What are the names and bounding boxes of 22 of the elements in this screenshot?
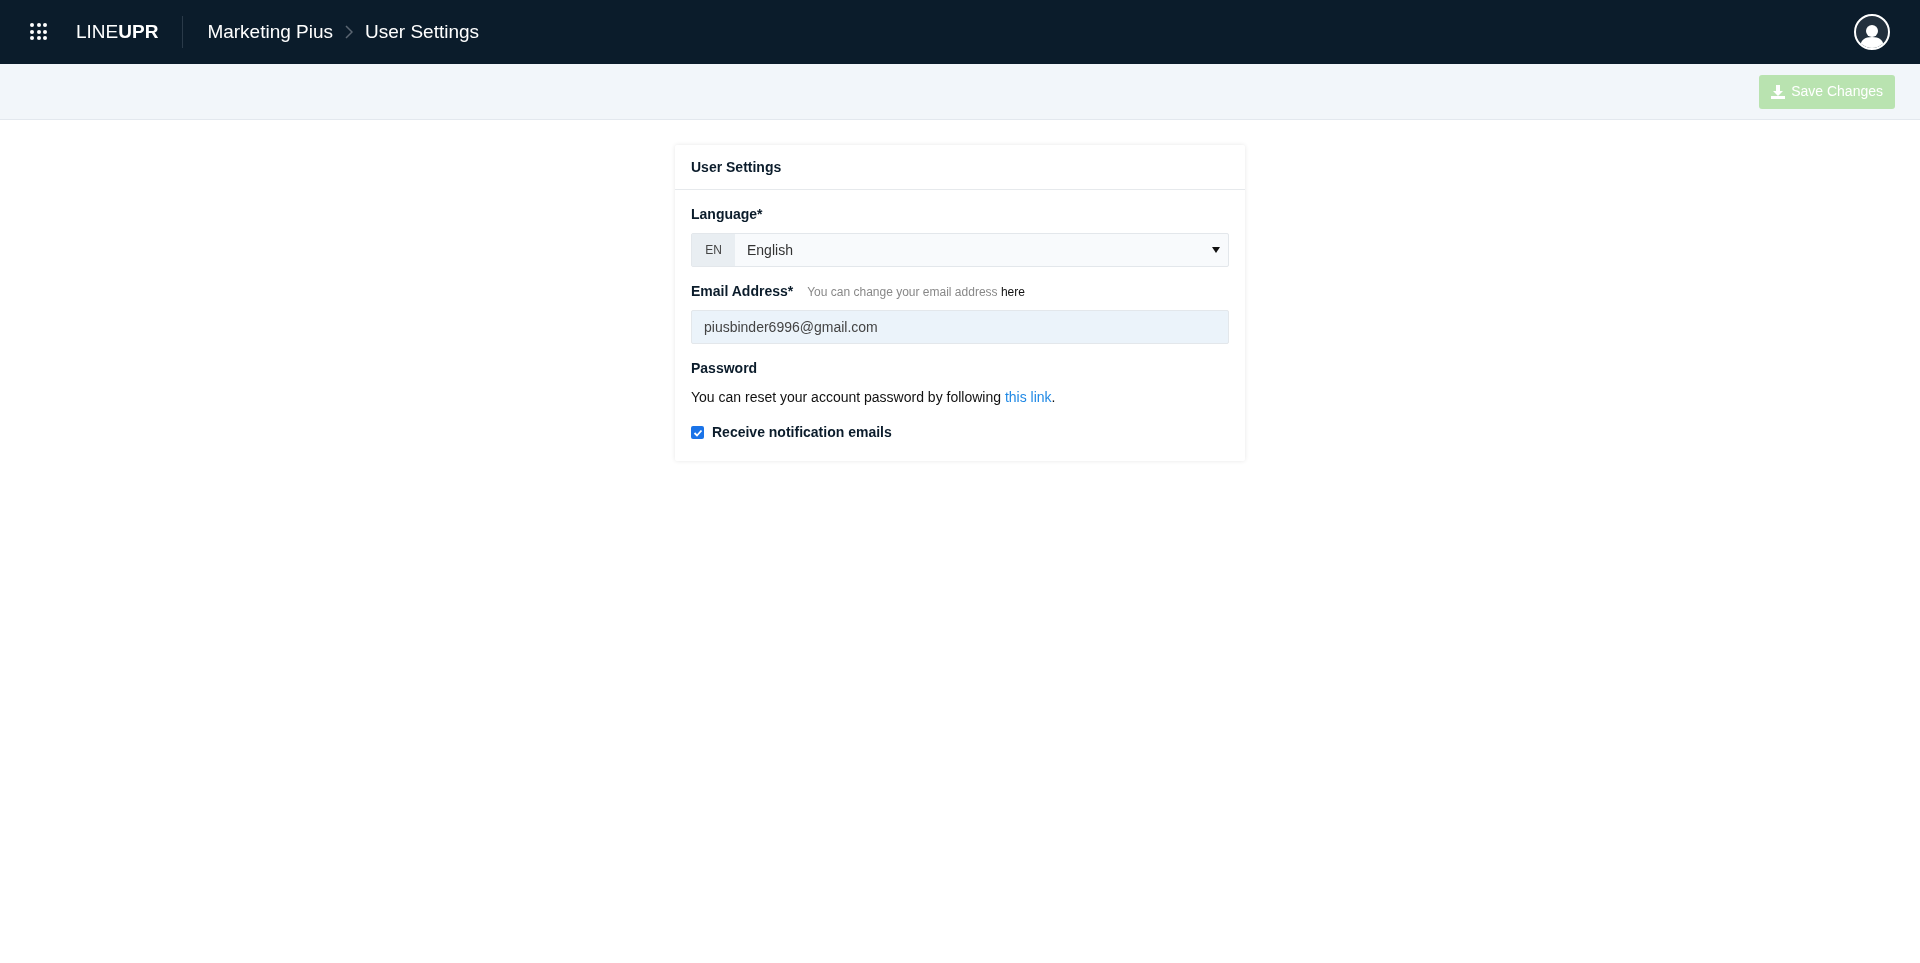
caret-down-icon — [1212, 247, 1220, 253]
card-title: User Settings — [691, 157, 782, 177]
notification-checkbox[interactable] — [691, 426, 704, 439]
select-value: English — [746, 240, 794, 260]
language-code: EN — [692, 234, 735, 266]
chevron-right-icon — [345, 25, 354, 39]
breadcrumb-item: User Settings — [365, 19, 480, 44]
field-label: Email Address* — [691, 282, 794, 301]
field-label: Password — [691, 359, 759, 378]
email-input-field[interactable]: piusbinder6996@gmail.com — [691, 310, 1229, 344]
language-select[interactable]: EN English — [691, 233, 1229, 267]
password-text: You can reset your account password by following this link. — [691, 388, 1057, 407]
user-avatar[interactable] — [1854, 14, 1890, 50]
logo: LINEUPR — [76, 19, 159, 44]
download-icon — [1771, 84, 1786, 99]
here-link[interactable]: here — [1000, 285, 1025, 299]
reset-link[interactable]: this link — [1004, 389, 1052, 405]
email-hint: You can change your email address here — [807, 284, 1025, 301]
breadcrumb-item[interactable]: Marketing Pius — [207, 17, 334, 47]
apps-grid-icon[interactable] — [30, 23, 48, 41]
checkbox-label: Receive notification emails — [712, 423, 892, 442]
field-label: Language* — [691, 205, 764, 224]
